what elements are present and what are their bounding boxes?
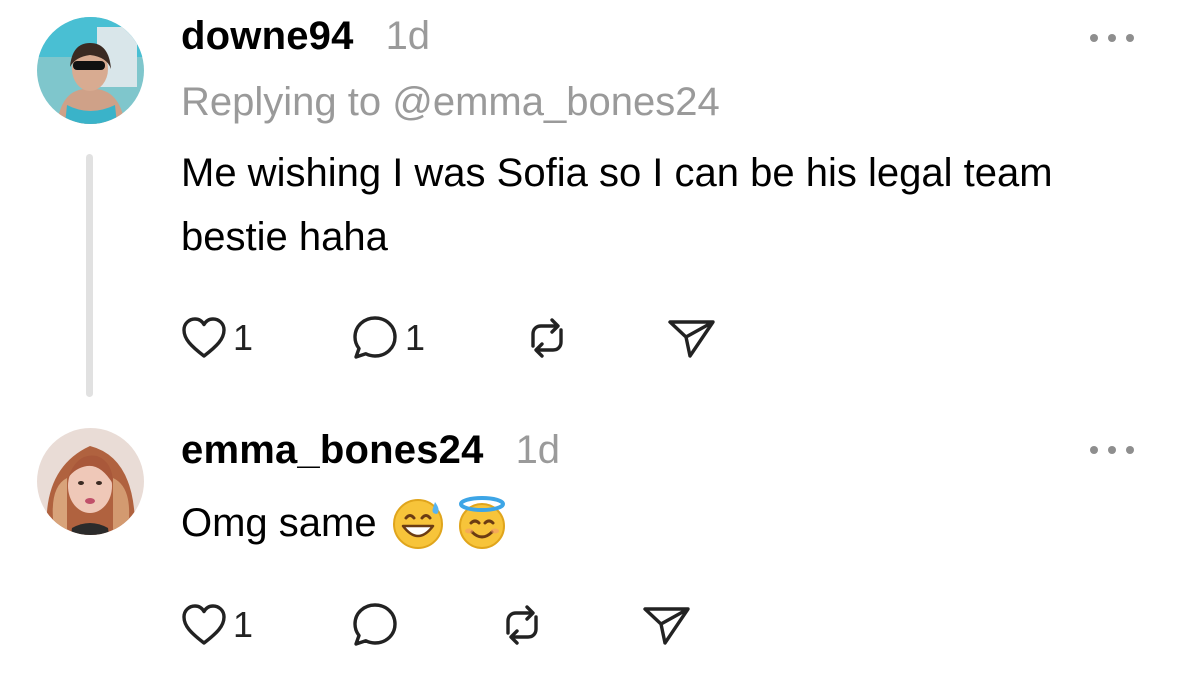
avatar[interactable]	[37, 17, 144, 124]
post-text: Omg same	[181, 501, 377, 545]
comment-button[interactable]: 1	[351, 308, 425, 368]
repost-button[interactable]	[521, 308, 573, 368]
reply-to-label[interactable]: Replying to @emma_bones24	[181, 80, 720, 125]
timestamp: 1d	[385, 14, 431, 58]
heart-icon	[182, 604, 226, 645]
like-count: 1	[233, 317, 254, 358]
share-icon	[668, 320, 715, 358]
post-downe94: downe94 1d Replying to @emma_bones24 Me …	[0, 0, 1179, 410]
like-button[interactable]: 1	[181, 595, 253, 655]
more-icon[interactable]	[1090, 440, 1134, 460]
repost-icon	[531, 318, 563, 358]
share-button[interactable]	[666, 308, 718, 368]
heart-icon	[182, 317, 226, 358]
grinning-face-with-sweat-icon	[391, 496, 445, 550]
post-header: downe94 1d	[181, 14, 430, 64]
comment-icon	[353, 603, 397, 646]
comment-button[interactable]	[351, 595, 399, 655]
share-icon	[643, 607, 690, 645]
post-emma-bones24: emma_bones24 1d Omg same 1	[0, 410, 1179, 684]
post-header: emma_bones24 1d	[181, 428, 560, 478]
reply-count: 1	[405, 317, 426, 358]
share-button[interactable]	[641, 595, 693, 655]
comment-icon	[353, 316, 397, 359]
timestamp: 1d	[515, 428, 561, 472]
post-text-row: Omg same	[181, 491, 1121, 555]
repost-button[interactable]	[496, 595, 548, 655]
like-button[interactable]: 1	[181, 308, 253, 368]
thread-line	[86, 154, 93, 397]
more-icon[interactable]	[1090, 28, 1134, 48]
like-count: 1	[233, 604, 254, 645]
repost-icon	[506, 605, 538, 645]
avatar[interactable]	[37, 428, 144, 535]
smiling-face-with-halo-icon	[455, 496, 509, 550]
username[interactable]: emma_bones24	[181, 428, 484, 473]
post-text: Me wishing I was Sofia so I can be his l…	[181, 151, 1053, 259]
username[interactable]: downe94	[181, 14, 354, 59]
